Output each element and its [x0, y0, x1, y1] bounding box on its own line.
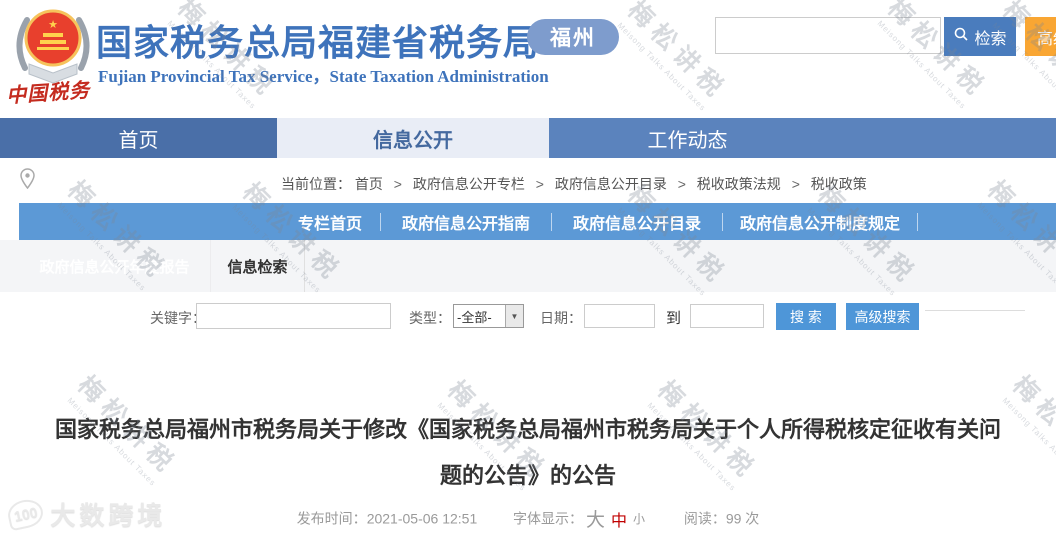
breadcrumb-item-disclosure-column[interactable]: 政府信息公开专栏 [413, 176, 525, 192]
views-label: 阅读： [684, 511, 726, 527]
date-label: 日期： [540, 308, 582, 328]
type-select[interactable]: -全部- ▼ [453, 304, 524, 328]
svg-text:★: ★ [48, 19, 58, 31]
subnav-disclosure-rules[interactable]: 政府信息公开制度规定 [723, 210, 917, 234]
breadcrumb-item-disclosure-catalog[interactable]: 政府信息公开目录 [555, 176, 667, 192]
location-pin-icon [20, 168, 35, 194]
subtab-annual-report[interactable]: 政府信息公开年度报告 [19, 240, 211, 292]
subnav-disclosure-guide[interactable]: 政府信息公开指南 [381, 210, 551, 234]
magnifier-icon [953, 26, 969, 47]
date-to-label: 到 [666, 307, 681, 328]
font-size-small-button[interactable]: 小 [633, 512, 645, 526]
main-tab-bar: 首页 信息公开 工作动态 [0, 118, 1056, 158]
article-title: 国家税务总局福州市税务局关于修改《国家税务总局福州市税务局关于个人所得税核定征收… [48, 407, 1008, 499]
logo-100-icon: 100 [5, 497, 45, 532]
subnav-column-home[interactable]: 专栏首页 [280, 210, 380, 234]
header-search-button[interactable]: 检索 [944, 17, 1016, 56]
publish-time-label: 发布时间： [297, 511, 367, 527]
header-search-label: 检索 [974, 25, 1006, 49]
dashu-cross-border-logo: 100 大数跨境 [8, 496, 166, 532]
type-select-value: -全部- [454, 305, 505, 327]
breadcrumb-separator: > [678, 176, 686, 192]
views-value: 99 次 [726, 511, 759, 527]
chevron-down-icon: ▼ [505, 305, 523, 327]
subtab-row: 政府信息公开年度报告 信息检索 [0, 240, 1056, 292]
city-badge-fuzhou[interactable]: 福州 [527, 19, 619, 55]
search-button[interactable]: 搜 索 [776, 303, 836, 330]
date-to-input[interactable] [690, 304, 764, 328]
tax-emblem-logo: ★ [10, 6, 96, 84]
disclosure-subnav-bar: 专栏首页 政府信息公开指南 政府信息公开目录 政府信息公开制度规定 [19, 203, 1056, 240]
breadcrumb-item-home[interactable]: 首页 [355, 176, 383, 192]
tab-home[interactable]: 首页 [0, 118, 277, 158]
divider-line [925, 310, 1025, 311]
breadcrumb-item-tax-policy-regulations[interactable]: 税收政策法规 [697, 176, 781, 192]
site-title: 国家税务总局福建省税务局 [96, 14, 540, 66]
tab-information-disclosure[interactable]: 信息公开 [277, 118, 549, 158]
publish-time-value: 2021-05-06 12:51 [367, 511, 478, 527]
font-size-medium-button[interactable]: 中 [611, 513, 627, 530]
subnav-divider [917, 213, 918, 231]
keyword-input[interactable] [196, 303, 391, 329]
date-from-input[interactable] [584, 304, 655, 328]
header-search-input[interactable] [715, 17, 941, 54]
logo-label: 大数跨境 [50, 496, 166, 532]
site-subtitle: Fujian Provincial Tax Service，State Taxa… [98, 62, 549, 87]
breadcrumb: 当前位置： 首页 > 政府信息公开专栏 > 政府信息公开目录 > 税收政策法规 … [281, 174, 867, 194]
tab-work-updates[interactable]: 工作动态 [549, 118, 826, 158]
breadcrumb-item-tax-policy[interactable]: 税收政策 [811, 176, 867, 192]
font-size-label: 字体显示： [513, 511, 583, 527]
breadcrumb-separator: > [536, 176, 544, 192]
type-label: 类型： [409, 308, 451, 328]
font-size-large-button[interactable]: 大 [586, 510, 605, 531]
advanced-search-button[interactable]: 高级搜索 [846, 303, 919, 330]
subtab-information-search[interactable]: 信息检索 [211, 240, 305, 292]
breadcrumb-prefix: 当前位置： [281, 176, 351, 192]
header-advanced-search-button[interactable]: 高级检索 [1025, 17, 1056, 56]
subnav-disclosure-catalog[interactable]: 政府信息公开目录 [552, 210, 722, 234]
breadcrumb-separator: > [792, 176, 800, 192]
breadcrumb-separator: > [394, 176, 402, 192]
emblem-caption: 中国税务 [5, 73, 107, 109]
